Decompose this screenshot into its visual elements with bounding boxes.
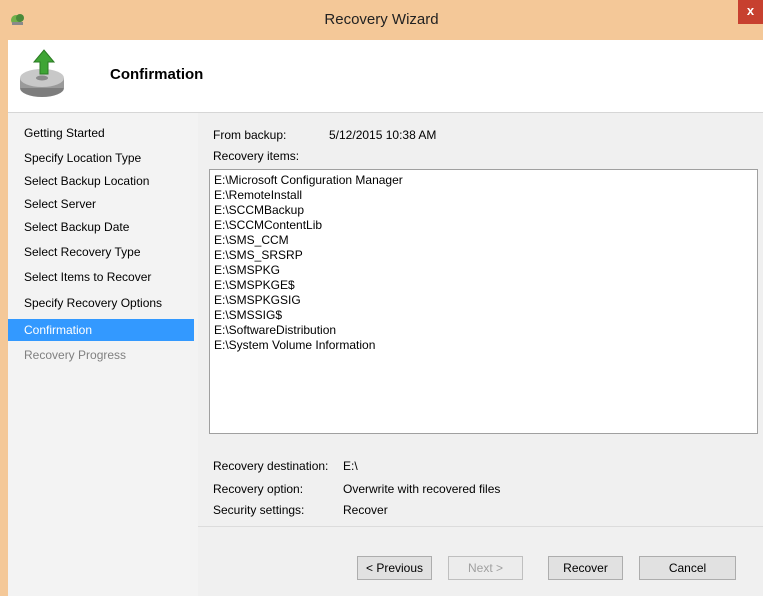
recovery-destination-label: Recovery destination: <box>213 459 329 473</box>
nav-item-confirmation[interactable]: Confirmation <box>8 319 194 341</box>
list-item[interactable]: E:\Microsoft Configuration Manager <box>214 173 753 188</box>
next-button: Next > <box>448 556 523 580</box>
nav-item-recovery-progress: Recovery Progress <box>24 348 127 362</box>
list-item[interactable]: E:\SMSPKGSIG <box>214 293 753 308</box>
footer-divider <box>198 526 763 527</box>
recover-button[interactable]: Recover <box>548 556 623 580</box>
cancel-button[interactable]: Cancel <box>639 556 736 580</box>
nav-item-select-server[interactable]: Select Server <box>8 193 194 215</box>
list-item[interactable]: E:\SMS_SRSRP <box>214 248 753 263</box>
nav-item-select-backup-location[interactable]: Select Backup Location <box>8 170 194 192</box>
previous-button[interactable]: < Previous <box>357 556 432 580</box>
title-bar: Recovery Wizard x <box>0 0 763 40</box>
list-item[interactable]: E:\SCCMBackup <box>214 203 753 218</box>
nav-item-select-backup-date[interactable]: Select Backup Date <box>8 216 194 238</box>
restore-disk-icon <box>20 49 64 97</box>
list-item[interactable]: E:\SMSSIG$ <box>214 308 753 323</box>
list-item[interactable]: E:\RemoteInstall <box>214 188 753 203</box>
nav-item-specify-location-type[interactable]: Specify Location Type <box>8 147 194 169</box>
list-item[interactable]: E:\System Volume Information <box>214 338 753 353</box>
list-item[interactable]: E:\SMS_CCM <box>214 233 753 248</box>
nav-item-select-items-to-recover[interactable]: Select Items to Recover <box>8 266 194 288</box>
nav-item-specify-recovery-options[interactable]: Specify Recovery Options <box>8 292 194 314</box>
nav-item-select-recovery-type[interactable]: Select Recovery Type <box>8 241 194 263</box>
wizard-header: Confirmation <box>8 40 763 113</box>
recovery-destination-value: E:\ <box>343 459 358 473</box>
recovery-items-list[interactable]: E:\Microsoft Configuration Manager E:\Re… <box>209 169 758 434</box>
list-item[interactable]: E:\SMSPKGE$ <box>214 278 753 293</box>
nav-item-getting-started[interactable]: Getting Started <box>8 122 194 144</box>
from-backup-label: From backup: <box>213 128 287 142</box>
wizard-steps-nav: Getting Started Specify Location Type Se… <box>8 113 198 596</box>
window-frame-left <box>0 40 8 596</box>
list-item[interactable]: E:\SCCMContentLib <box>214 218 753 233</box>
recovery-items-label: Recovery items: <box>213 149 300 163</box>
recovery-option-value: Overwrite with recovered files <box>343 482 501 496</box>
list-item[interactable]: E:\SoftwareDistribution <box>214 323 753 338</box>
from-backup-value: 5/12/2015 10:38 AM <box>329 128 437 142</box>
page-title: Confirmation <box>110 66 204 83</box>
close-button[interactable]: x <box>738 0 763 24</box>
wizard-content: From backup: 5/12/2015 10:38 AM Recovery… <box>198 113 763 596</box>
security-settings-value: Recover <box>343 503 388 517</box>
window-title: Recovery Wizard <box>324 11 439 28</box>
security-settings-label: Security settings: <box>213 503 305 517</box>
recovery-option-label: Recovery option: <box>213 482 304 496</box>
list-item[interactable]: E:\SMSPKG <box>214 263 753 278</box>
